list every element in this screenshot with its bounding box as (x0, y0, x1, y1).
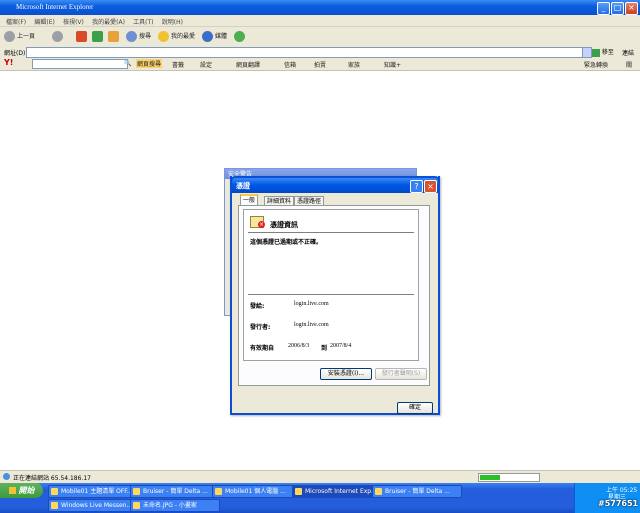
cert-warning-text: 這個憑證已過期或不正確。 (250, 239, 323, 246)
valid-to-word: 到 (321, 345, 328, 352)
divider (248, 232, 414, 233)
dialog-close-button[interactable]: × (424, 180, 437, 193)
status-text: 正在連結網站 65.54.186.17 (13, 475, 91, 482)
status-bar: 正在連結網站 65.54.186.17 (0, 470, 640, 483)
yahoo-settings[interactable]: 設定 (200, 60, 212, 69)
close-button[interactable]: × (625, 2, 638, 15)
yahoo-close[interactable]: 關 (626, 60, 632, 69)
emergency-switch[interactable]: 緊急轉換 (584, 60, 608, 69)
issued-to-value: login.live.com (294, 301, 329, 307)
browser-title-bar: Microsoft Internet Explorer _ □ × (0, 0, 640, 15)
install-certificate-button[interactable]: 安裝憑證(I)... (320, 368, 372, 380)
menu-file[interactable]: 檔案(F) (6, 17, 26, 26)
star-icon (158, 31, 169, 42)
yahoo-mail[interactable]: 信箱 (284, 60, 296, 69)
window-icon (215, 488, 222, 495)
task-button[interactable]: 未命名.JPG - 小畫家 (130, 499, 220, 512)
cert-info-heading: 憑證資訊 (270, 221, 298, 229)
task-button-active[interactable]: Microsoft Internet Exp... (292, 485, 382, 498)
task-button[interactable]: Windows Live Messen... (48, 499, 138, 512)
stop-icon (76, 31, 87, 42)
address-label: 網址(D) (4, 50, 26, 57)
refresh-button[interactable] (92, 30, 105, 43)
certificate-info-box: × 憑證資訊 這個憑證已過期或不正確。 發給: login.live.com 發… (243, 209, 419, 361)
yahoo-search-magnifier-icon[interactable]: 🔍 (124, 60, 131, 67)
paint-icon (133, 502, 140, 509)
search-button[interactable]: 搜尋 (126, 30, 151, 43)
window-icon (375, 488, 382, 495)
menu-favorites[interactable]: 我的最愛(A) (92, 17, 125, 26)
window-icon (133, 488, 140, 495)
task-button[interactable]: Bruiser - 簡單 Delta ... (130, 485, 220, 498)
history-button[interactable] (234, 30, 247, 43)
windows-logo-icon (8, 487, 16, 494)
watermark: #577651 (598, 499, 639, 508)
media-icon (202, 31, 213, 42)
home-icon (108, 31, 119, 42)
certificate-dialog: 憑證 ? × 一般 詳細資料 憑證路徑 × 憑證資訊 這個憑證已過期或不正確。 … (230, 176, 440, 415)
ie-loading-icon (3, 473, 10, 480)
start-button[interactable]: 開始 (0, 483, 43, 498)
media-button[interactable]: 媒體 (202, 30, 227, 43)
valid-from: 2006/8/3 (288, 343, 310, 349)
back-arrow-icon (4, 31, 15, 42)
valid-to: 2007/8/4 (330, 343, 352, 349)
task-button[interactable]: Bruiser - 簡單 Delta ... (372, 485, 462, 498)
certificate-title-bar: 憑證 ? × (230, 176, 440, 193)
browser-title: Microsoft Internet Explorer (16, 3, 94, 11)
forward-arrow-icon (52, 31, 63, 42)
standard-toolbar: 上一頁 搜尋 我的最愛 媒體 (0, 27, 640, 47)
issued-by-value: login.live.com (294, 322, 329, 328)
window-icon (51, 488, 58, 495)
search-icon (126, 31, 137, 42)
divider (248, 294, 414, 295)
task-button[interactable]: Mobile01 主題清單 OFF... (48, 485, 134, 498)
certificate-dialog-title: 憑證 (236, 182, 250, 190)
stop-button[interactable] (76, 30, 89, 43)
links-label[interactable]: 連結 (622, 48, 634, 57)
yahoo-answers[interactable]: 知識+ (384, 60, 401, 69)
menu-edit[interactable]: 編輯(E) (34, 17, 54, 26)
address-input[interactable] (26, 47, 588, 58)
go-button[interactable]: 移至 (592, 47, 614, 57)
ok-button[interactable]: 確定 (397, 402, 433, 414)
minimize-button[interactable]: _ (597, 2, 610, 15)
menu-bar: 檔案(F) 編輯(E) 檢視(V) 我的最愛(A) 工具(T) 說明(H) (0, 15, 640, 27)
history-icon (234, 31, 245, 42)
yahoo-auction[interactable]: 拍賣 (314, 60, 326, 69)
menu-view[interactable]: 檢視(V) (63, 17, 84, 26)
back-button[interactable]: 上一頁 (4, 30, 35, 43)
valid-label: 有效期自 (250, 345, 275, 352)
yahoo-toolbar: Y! 🔍 網頁搜尋 書籤 設定 網頁翻譯 信箱 拍賣 家族 知識+ 緊急轉換 關 (0, 58, 640, 71)
menu-help[interactable]: 說明(H) (162, 17, 183, 26)
issued-to-label: 發給: (250, 303, 265, 310)
messenger-icon (51, 502, 58, 509)
progress-bar (478, 473, 540, 482)
yahoo-logo-icon[interactable]: Y! (4, 58, 13, 67)
yahoo-search-input[interactable] (32, 59, 128, 69)
ie-icon (295, 488, 302, 495)
yahoo-translate[interactable]: 網頁翻譯 (236, 60, 260, 69)
error-x-icon: × (258, 221, 265, 228)
go-arrow-icon (592, 48, 600, 57)
yahoo-bookmarks[interactable]: 書籤 (172, 60, 184, 69)
maximize-button[interactable]: □ (611, 2, 624, 15)
yahoo-groups[interactable]: 家族 (348, 60, 360, 69)
web-search-button[interactable]: 網頁搜尋 (136, 59, 163, 68)
help-button[interactable]: ? (410, 180, 423, 193)
forward-button[interactable] (52, 30, 65, 43)
progress-fill (480, 475, 501, 480)
home-button[interactable] (108, 30, 121, 43)
address-dropdown-icon[interactable] (582, 47, 592, 58)
menu-tools[interactable]: 工具(T) (133, 17, 153, 26)
issuer-statement-button[interactable]: 發行者聲明(S) (375, 368, 427, 380)
task-button[interactable]: Mobile01 個人電腦 ... (212, 485, 302, 498)
issued-by-label: 發行者: (250, 324, 271, 331)
taskbar: 開始 Mobile01 主題清單 OFF... Bruiser - 簡單 Del… (0, 483, 640, 513)
refresh-icon (92, 31, 103, 42)
favorites-button[interactable]: 我的最愛 (158, 30, 195, 43)
